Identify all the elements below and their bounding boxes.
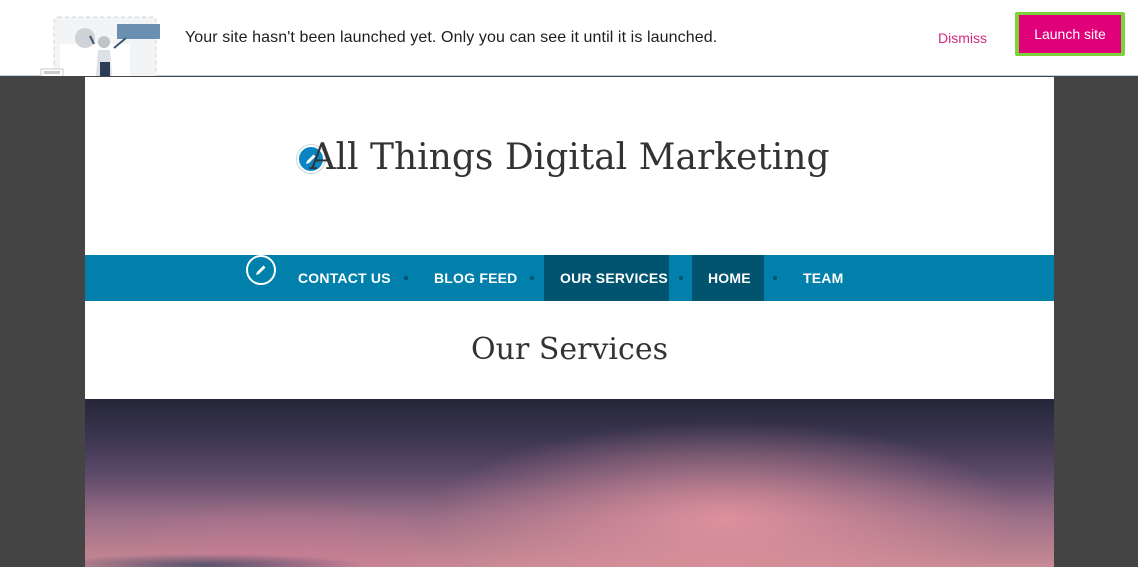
page-heading: Our Services: [471, 332, 668, 367]
hero-image: [85, 399, 1054, 567]
launch-button-highlight: Launch site: [1015, 12, 1125, 56]
site-preview: All Things Digital Marketing CONTACT US …: [85, 77, 1054, 567]
pencil-icon[interactable]: [246, 255, 276, 285]
launch-site-button[interactable]: Launch site: [1019, 15, 1121, 53]
main-navigation: CONTACT US BLOG FEED OUR SERVICES HOME T…: [85, 255, 1054, 301]
nav-separator: [773, 276, 777, 280]
nav-separator: [530, 276, 534, 280]
launch-illustration: [40, 14, 165, 76]
nav-separator: [404, 276, 408, 280]
nav-item-our-services[interactable]: OUR SERVICES: [544, 255, 669, 301]
nav-item-team[interactable]: TEAM: [787, 255, 859, 301]
nav-separator: [679, 276, 683, 280]
nav-item-blog-feed[interactable]: BLOG FEED: [418, 255, 533, 301]
site-title-row: All Things Digital Marketing: [85, 137, 1054, 178]
site-title[interactable]: All Things Digital Marketing: [309, 137, 829, 178]
nav-item-contact-us[interactable]: CONTACT US: [282, 255, 407, 301]
launch-notice-banner: Your site hasn't been launched yet. Only…: [0, 0, 1138, 76]
hero-cloud: [85, 549, 485, 567]
nav-item-home[interactable]: HOME: [692, 255, 764, 301]
launch-notice-message: Your site hasn't been launched yet. Only…: [185, 29, 718, 46]
dismiss-link[interactable]: Dismiss: [938, 30, 987, 46]
